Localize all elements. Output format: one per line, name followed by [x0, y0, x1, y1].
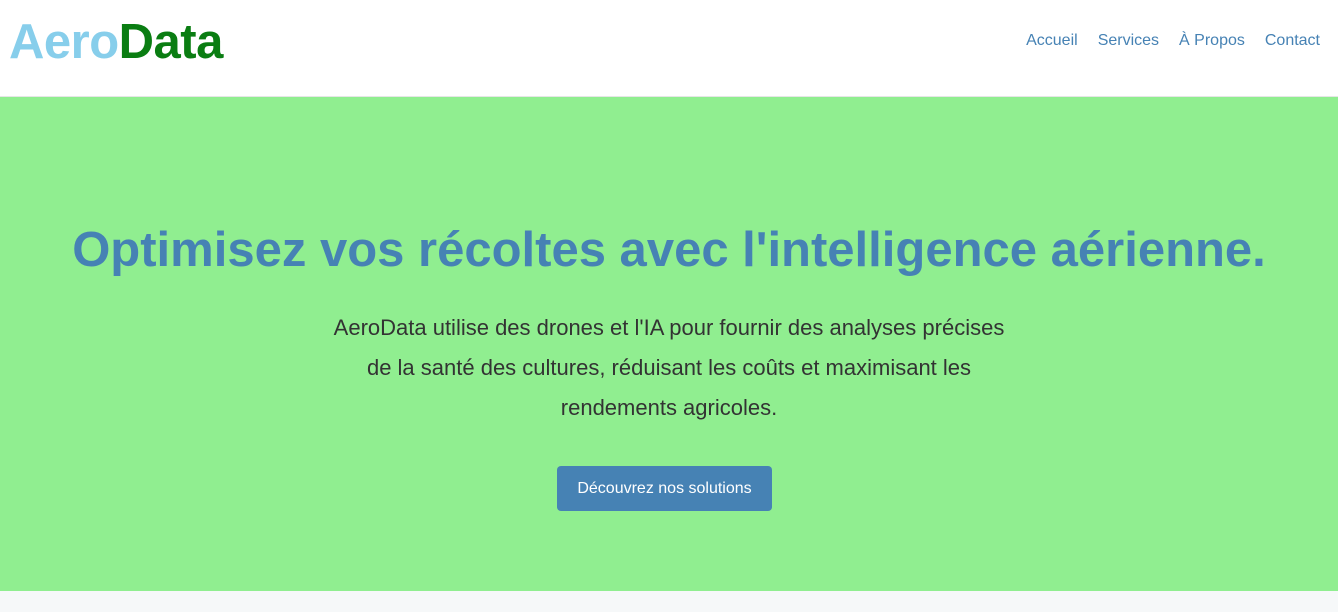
- nav-link-a-propos[interactable]: À Propos: [1179, 31, 1245, 51]
- hero-description: AeroData utilise des drones et l'IA pour…: [333, 315, 1005, 420]
- nav-link-services[interactable]: Services: [1098, 31, 1159, 51]
- main-nav: Accueil Services À Propos Contact: [1026, 31, 1320, 51]
- next-section-edge: [0, 591, 1338, 612]
- logo-data-text: Data: [118, 15, 224, 69]
- hero-title: Optimisez vos récoltes avec l'intelligen…: [72, 223, 1266, 277]
- logo[interactable]: AeroData: [9, 14, 223, 70]
- discover-solutions-button[interactable]: Découvrez nos solutions: [557, 466, 772, 511]
- nav-link-accueil[interactable]: Accueil: [1026, 31, 1078, 51]
- hero-section: Optimisez vos récoltes avec l'intelligen…: [0, 97, 1338, 591]
- logo-aero-text: Aero: [9, 15, 119, 69]
- site-header: AeroData Accueil Services À Propos Conta…: [0, 0, 1338, 97]
- nav-link-contact[interactable]: Contact: [1265, 31, 1320, 51]
